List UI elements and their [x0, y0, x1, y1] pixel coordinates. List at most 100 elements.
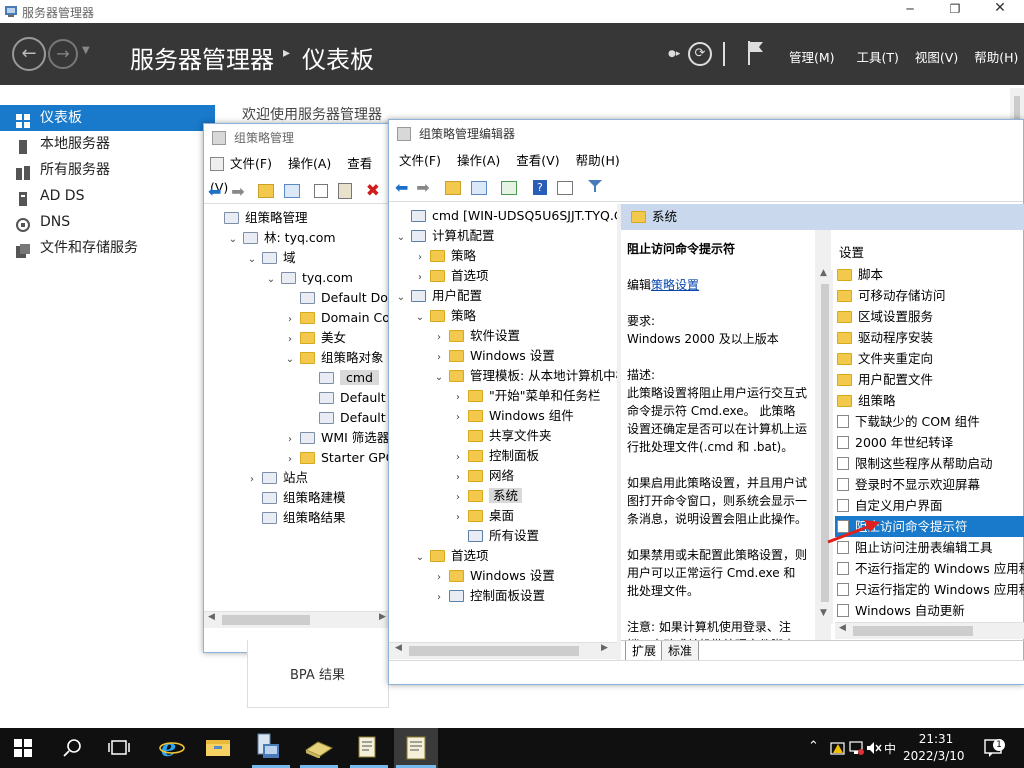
chevron-right-icon[interactable]: ›: [452, 388, 464, 408]
properties-icon[interactable]: [556, 180, 573, 195]
gpe-menu-view[interactable]: 查看(V): [516, 153, 559, 168]
ime-indicator[interactable]: 中: [884, 740, 896, 757]
gpm-taskbar-icon[interactable]: [304, 738, 334, 761]
gpe-tree-item[interactable]: 所有设置: [395, 526, 617, 546]
gpm-tree-item[interactable]: Default Domain Controllers Policy: [208, 388, 394, 408]
scroll-right-icon[interactable]: ▶: [601, 643, 608, 653]
gpm-tree-item[interactable]: ⌄ 域: [208, 248, 394, 268]
gpe-menu-action[interactable]: 操作(A): [457, 153, 500, 168]
tab-extended[interactable]: 扩展: [625, 641, 664, 661]
gpm-tree-item[interactable]: cmd: [208, 368, 394, 388]
refresh-button[interactable]: ⟳: [688, 42, 712, 66]
gpm-tree-item[interactable]: Default Domain Policy: [208, 288, 394, 308]
copy-icon[interactable]: [314, 184, 329, 198]
chevron-right-icon[interactable]: ›: [414, 268, 426, 288]
gpm-tree-item[interactable]: › Starter GPO: [208, 448, 394, 468]
menu-manage[interactable]: 管理(M): [789, 50, 835, 65]
settings-hscroll[interactable]: ◀: [835, 622, 1024, 639]
delete-icon[interactable]: ✖: [366, 181, 380, 201]
gpe-tree-item[interactable]: ⌄ 计算机配置: [395, 226, 617, 246]
gpm-tree-item[interactable]: 组策略管理: [208, 208, 394, 228]
chevron-down-icon[interactable]: ⌄: [227, 230, 239, 250]
chevron-right-icon[interactable]: ›: [452, 408, 464, 428]
chevron-right-icon[interactable]: ›: [433, 328, 445, 348]
gpm-menu-file[interactable]: 文件(F): [230, 156, 272, 171]
gpm-tree-item[interactable]: ⌄ 组策略对象: [208, 348, 394, 368]
chevron-dropdown-icon[interactable]: ●▸: [668, 49, 680, 59]
server-manager-taskbar-icon[interactable]: [255, 732, 285, 764]
search-icon[interactable]: [62, 738, 82, 761]
back-icon[interactable]: ⬅: [395, 178, 408, 197]
scroll-left-icon[interactable]: ◀: [208, 612, 215, 622]
gpe-tree-item[interactable]: › Windows 组件: [395, 406, 617, 426]
clock-date[interactable]: 2022/3/10: [903, 749, 965, 763]
gpe-tree-item[interactable]: 共享文件夹: [395, 426, 617, 446]
network-icon[interactable]: [848, 740, 864, 759]
chevron-down-icon[interactable]: ⌄: [395, 288, 407, 308]
gpm-tree-item[interactable]: › 站点: [208, 468, 394, 488]
setting-row[interactable]: 区域设置服务: [835, 306, 1024, 327]
gpm-tree-item[interactable]: › WMI 筛选器: [208, 428, 394, 448]
gpm-hscroll[interactable]: ◀ ▶: [204, 611, 394, 628]
gpe-tree-item[interactable]: ⌄ 策略: [395, 306, 617, 326]
chevron-down-icon[interactable]: ⌄: [284, 350, 296, 370]
chevron-down-icon[interactable]: ⌄: [414, 308, 426, 328]
chevron-down-icon[interactable]: ⌄: [395, 228, 407, 248]
chevron-right-icon[interactable]: ›: [284, 310, 296, 330]
edit-policy-link[interactable]: 策略设置: [651, 278, 699, 292]
setting-row[interactable]: 2000 年世纪转译: [835, 432, 1024, 453]
setting-row[interactable]: 自定义用户界面: [835, 495, 1024, 516]
chevron-right-icon[interactable]: ›: [284, 430, 296, 450]
chevron-down-icon[interactable]: ⌄: [414, 548, 426, 568]
gpm-tree-item[interactable]: 组策略建模: [208, 488, 394, 508]
chevron-right-icon[interactable]: ›: [433, 348, 445, 368]
gpe-tree-item[interactable]: cmd [WIN-UDSQ5U6SJJT.TYQ.COM] 策略: [395, 206, 617, 226]
help-icon[interactable]: ?: [532, 180, 547, 195]
menu-view[interactable]: 视图(V): [915, 50, 958, 65]
setting-row[interactable]: 不运行指定的 Windows 应用程序: [835, 558, 1024, 579]
gpm-tree-item[interactable]: 组策略结果: [208, 508, 394, 528]
file-explorer-icon[interactable]: [206, 738, 232, 761]
scroll-up-icon[interactable]: ▲: [820, 268, 827, 278]
history-dropdown-icon[interactable]: ▼: [82, 45, 90, 56]
chevron-right-icon[interactable]: ›: [433, 588, 445, 608]
gpm-tree-item[interactable]: ⌄ 林: tyq.com: [208, 228, 394, 248]
setting-row[interactable]: 限制这些程序从帮助启动: [835, 453, 1024, 474]
start-button[interactable]: [14, 739, 32, 760]
scroll-thumb[interactable]: [222, 615, 310, 625]
chevron-right-icon[interactable]: ›: [452, 468, 464, 488]
nav-item-local-server[interactable]: 本地服务器: [0, 131, 215, 157]
action-center-warning-icon[interactable]: [830, 740, 846, 759]
setting-row[interactable]: 登录时不显示欢迎屏幕: [835, 474, 1024, 495]
notifications-flag-icon[interactable]: [746, 40, 764, 69]
gpe-tree-item[interactable]: ⌄ 首选项: [395, 546, 617, 566]
nav-item-dashboard[interactable]: 仪表板: [0, 105, 215, 131]
gpe-tree-item[interactable]: › "开始"菜单和任务栏: [395, 386, 617, 406]
paste-icon[interactable]: [337, 183, 352, 199]
volume-muted-icon[interactable]: [866, 740, 882, 759]
back-button[interactable]: ←: [12, 37, 46, 71]
gpe-tree-item[interactable]: › 系统: [395, 486, 617, 506]
scroll-thumb[interactable]: [821, 284, 829, 602]
internet-explorer-icon[interactable]: e: [159, 733, 185, 765]
chevron-down-icon[interactable]: ⌄: [246, 250, 258, 270]
chevron-right-icon[interactable]: ›: [452, 488, 464, 508]
notes-taskbar-icon[interactable]: [355, 735, 381, 764]
gpe-tree-hscroll[interactable]: ◀ ▶: [389, 642, 617, 659]
clock-time[interactable]: 21:31: [916, 732, 956, 746]
gpe-menu-file[interactable]: 文件(F): [399, 153, 441, 168]
gpe-tree-item[interactable]: › 网络: [395, 466, 617, 486]
chevron-down-icon[interactable]: ⌄: [433, 368, 445, 388]
gpe-tree-item[interactable]: › 控制面板设置: [395, 586, 617, 606]
menu-help[interactable]: 帮助(H): [974, 50, 1018, 65]
maximize-icon[interactable]: ❐: [940, 2, 970, 20]
setting-row[interactable]: 只运行指定的 Windows 应用程序: [835, 579, 1024, 600]
gpe-tree-item[interactable]: › 桌面: [395, 506, 617, 526]
tray-expand-icon[interactable]: ⌃: [808, 739, 819, 754]
setting-row[interactable]: 可移动存储访问: [835, 285, 1024, 306]
nav-item-dns[interactable]: DNS: [0, 209, 215, 235]
gpe-menu-help[interactable]: 帮助(H): [576, 153, 620, 168]
nav-item-storage[interactable]: 文件和存储服务: [0, 235, 215, 261]
chevron-right-icon[interactable]: ›: [246, 470, 258, 490]
gpe-tree-item[interactable]: › Windows 设置: [395, 566, 617, 586]
